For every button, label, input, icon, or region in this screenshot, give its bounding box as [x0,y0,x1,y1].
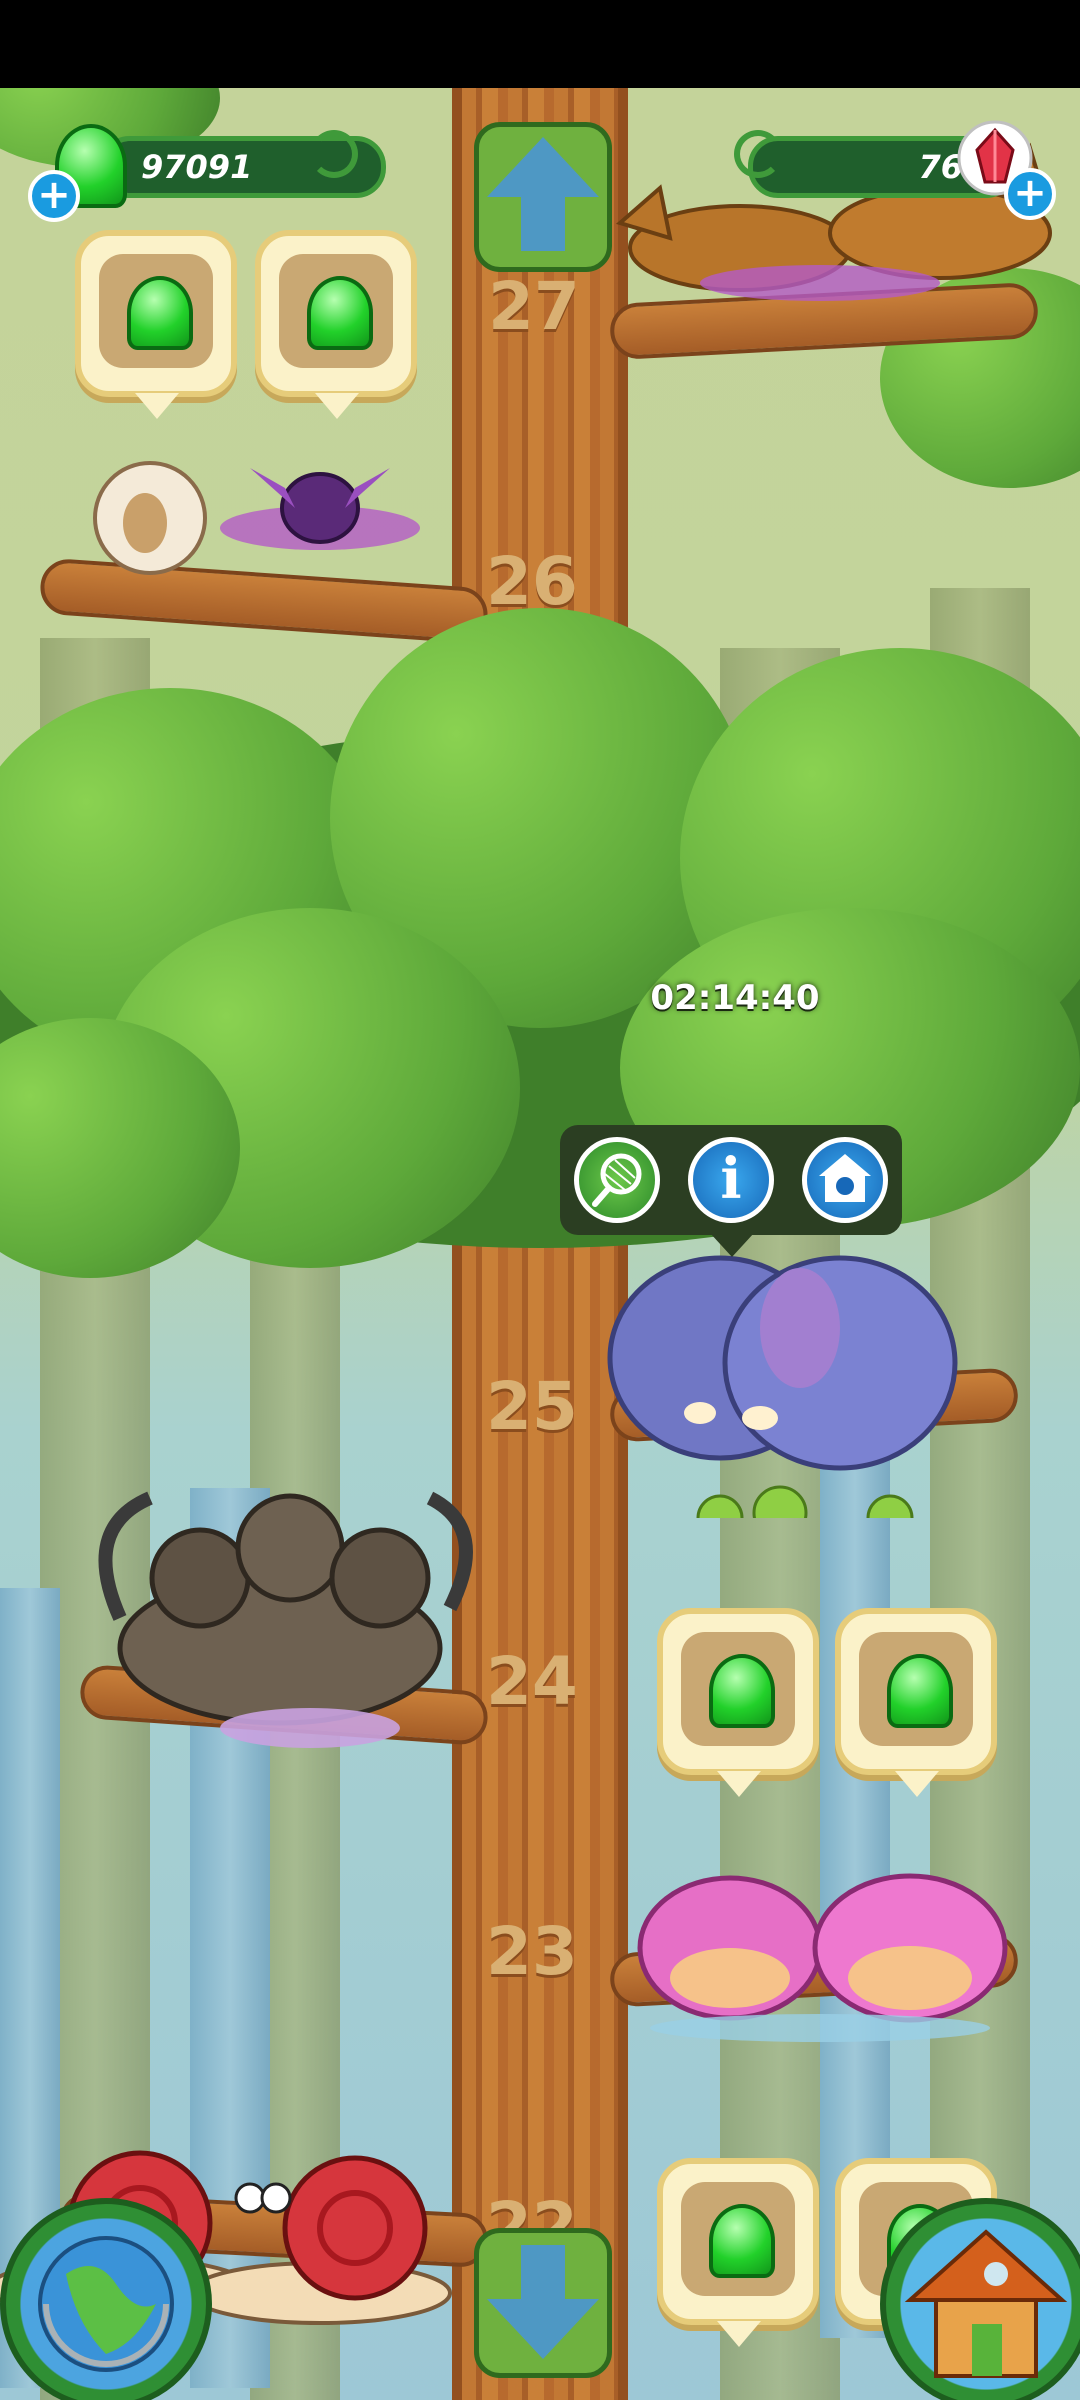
net-icon [592,1153,642,1207]
panel-pointer [710,1233,754,1257]
floor-number: 24 [486,1643,578,1720]
floor-number: 25 [486,1368,578,1445]
add-crystals-button[interactable]: + [1004,168,1056,220]
status-bar [0,0,1080,88]
globe-icon [38,2236,174,2372]
creature-action-panel: i [560,1125,902,1257]
elephant-creature[interactable] [600,1188,960,1518]
green-gem-icon [709,1654,775,1728]
sunfish-creature[interactable] [630,1848,1030,2048]
floor-number: 26 [486,543,578,620]
home-button[interactable] [880,2198,1080,2400]
arrow-up-icon [487,137,599,197]
info-button[interactable]: i [688,1137,774,1223]
scroll-down-button[interactable] [474,2228,612,2378]
collect-gem-bubble[interactable] [75,230,237,419]
collect-gem-bubble[interactable] [657,2158,819,2347]
world-map-button[interactable] [0,2198,212,2400]
collect-gem-bubble[interactable] [835,1608,997,1797]
info-icon: i [720,1146,742,1212]
arrow-down-icon [487,2299,599,2359]
green-gem-icon [709,2204,775,2278]
green-gem-icon [127,276,193,350]
vine-decoration [734,130,782,178]
habitat-button[interactable] [802,1137,888,1223]
collect-gem-bubble[interactable] [657,1608,819,1797]
floor-number: 27 [488,268,580,345]
scroll-up-button[interactable] [474,122,612,272]
green-gem-icon [887,1654,953,1728]
sheep-creature[interactable] [70,448,430,608]
collect-gem-bubble[interactable] [255,230,417,419]
home-icon [819,1154,871,1202]
add-gems-button[interactable]: + [28,170,80,222]
catch-net-button[interactable] [574,1137,660,1223]
green-gem-icon [307,276,373,350]
house-icon [904,2229,1068,2378]
cerberus-creature[interactable] [80,1438,480,1748]
floor-number: 23 [486,1913,578,1990]
green-gem-count: 97091 [141,148,253,186]
timer-label: 02:14:40 [650,978,820,1018]
vine-decoration [310,130,358,178]
tree-scene[interactable]: 27 26 25 24 23 22 02:14:40 i 97091 + 76 … [0,88,1080,2400]
